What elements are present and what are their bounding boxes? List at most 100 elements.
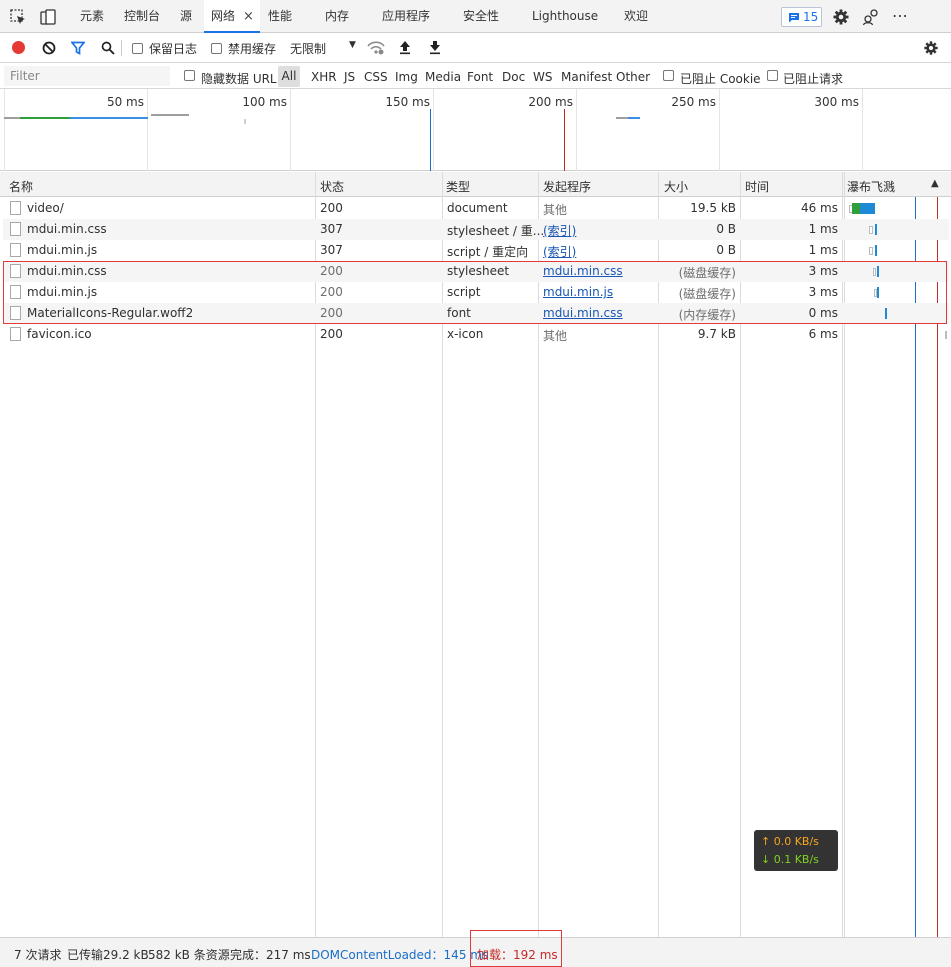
- tab-application[interactable]: 应用程序: [382, 0, 430, 33]
- waterfall-bar-queue: [945, 331, 947, 339]
- request-name: favicon.ico: [27, 327, 92, 341]
- filter-input[interactable]: [4, 66, 170, 86]
- stylesheet-file-icon: [10, 222, 21, 236]
- network-settings-gear-icon[interactable]: [923, 40, 939, 56]
- record-icon[interactable]: [12, 41, 25, 54]
- overview-tick-label: 200 ms: [528, 95, 573, 109]
- tab-sources[interactable]: 源: [180, 0, 192, 33]
- request-time: 6 ms: [808, 327, 838, 341]
- overview-gridline: [147, 89, 148, 171]
- request-initiator: 其他: [543, 203, 568, 217]
- table-row[interactable]: mdui.min.js 307 script / 重定向 (索引) 0 B 1 …: [3, 240, 949, 261]
- document-file-icon: [10, 201, 21, 215]
- close-icon[interactable]: ×: [243, 0, 254, 33]
- column-header-name[interactable]: 名称: [9, 178, 33, 195]
- network-speed-overlay: ↑ 0.0 KB/s ↓ 0.1 KB/s: [754, 830, 838, 871]
- request-size: 0 B: [716, 243, 736, 257]
- filter-type-doc[interactable]: Doc: [502, 70, 525, 84]
- request-size: 0 B: [716, 222, 736, 236]
- table-row[interactable]: favicon.ico 200 x-icon 其他 9.7 kB 6 ms: [3, 324, 949, 345]
- overview-gridline: [433, 89, 434, 171]
- overview-gridline: [862, 89, 863, 171]
- more-options-icon[interactable]: ⋯: [892, 6, 909, 25]
- request-initiator: 其他: [543, 329, 568, 343]
- upload-speed: ↑ 0.0 KB/s: [761, 835, 819, 848]
- network-overview-timeline[interactable]: 50 ms 100 ms 150 ms 200 ms 250 ms 300 ms: [0, 89, 951, 171]
- preserve-log-checkbox[interactable]: [132, 43, 143, 54]
- overview-gridline: [719, 89, 720, 171]
- overview-tick-label: 300 ms: [814, 95, 859, 109]
- filter-type-other[interactable]: Other: [616, 70, 650, 84]
- settings-gear-icon[interactable]: [832, 8, 850, 26]
- tab-memory[interactable]: 内存: [325, 0, 349, 33]
- device-emulation-icon[interactable]: [39, 8, 57, 26]
- tab-lighthouse[interactable]: Lighthouse: [532, 0, 598, 33]
- filter-type-font[interactable]: Font: [467, 70, 493, 84]
- disable-cache-checkbox[interactable]: [211, 43, 222, 54]
- request-size: 9.7 kB: [697, 327, 736, 341]
- filter-type-all[interactable]: All: [278, 66, 300, 87]
- tab-elements[interactable]: 元素: [80, 0, 104, 33]
- tab-performance[interactable]: 性能: [268, 0, 292, 33]
- issues-count: 15: [803, 10, 819, 24]
- clear-icon[interactable]: [42, 41, 56, 55]
- column-header-waterfall[interactable]: 瀑布飞溅: [847, 178, 895, 195]
- request-initiator-link[interactable]: (索引): [543, 222, 576, 239]
- tab-welcome[interactable]: 欢迎: [624, 0, 648, 33]
- import-har-icon[interactable]: [398, 40, 412, 55]
- export-har-icon[interactable]: [428, 40, 442, 55]
- filter-type-css[interactable]: CSS: [364, 70, 388, 84]
- overview-bar: [20, 117, 70, 119]
- request-type: script / 重定向: [447, 245, 529, 259]
- sort-ascending-icon[interactable]: ▲: [931, 178, 939, 189]
- table-row[interactable]: mdui.min.css 307 stylesheet / 重... (索引) …: [3, 219, 949, 240]
- request-name: mdui.min.js: [27, 243, 98, 257]
- overview-dcl-marker: [430, 109, 431, 171]
- blocked-requests-checkbox[interactable]: [767, 70, 778, 81]
- search-icon[interactable]: [101, 41, 115, 55]
- message-icon: [789, 13, 799, 23]
- devtools-tab-bar: 元素 控制台 源 网络 × 性能 内存 应用程序 安全性 Lighthouse …: [0, 0, 951, 33]
- overview-tick-label: 250 ms: [671, 95, 716, 109]
- hide-data-url-checkbox[interactable]: [184, 70, 195, 81]
- network-conditions-wifi-icon[interactable]: [367, 40, 385, 56]
- request-count: 7 次请求: [14, 948, 62, 962]
- filter-type-media[interactable]: Media: [425, 70, 461, 84]
- inspect-element-icon[interactable]: [9, 8, 27, 26]
- column-header-time[interactable]: 时间: [745, 178, 769, 195]
- request-type: x-icon: [447, 327, 484, 341]
- table-row[interactable]: video/ 200 document 其他 19.5 kB 46 ms: [3, 198, 949, 219]
- tab-console[interactable]: 控制台: [124, 0, 160, 33]
- filter-type-js[interactable]: JS: [344, 70, 355, 84]
- overview-bar: [616, 117, 628, 119]
- throttle-value: 无限制: [290, 42, 327, 56]
- waterfall-bar-download: [860, 203, 875, 214]
- filter-type-xhr[interactable]: XHR: [311, 70, 337, 84]
- overview-gridline: [576, 89, 577, 171]
- chevron-down-icon: ▼: [349, 40, 356, 50]
- filter-type-manifest[interactable]: Manifest: [561, 70, 612, 84]
- overview-bar: [628, 117, 640, 119]
- request-initiator-link[interactable]: (索引): [543, 243, 576, 260]
- throttle-select[interactable]: 无限制 ▼: [286, 38, 360, 58]
- overview-bar: [151, 114, 189, 116]
- tab-network[interactable]: 网络 ×: [204, 0, 260, 33]
- user-feedback-icon[interactable]: [862, 8, 880, 26]
- issues-badge[interactable]: 15: [781, 7, 822, 27]
- filter-type-ws[interactable]: WS: [533, 70, 552, 84]
- request-time: 1 ms: [808, 243, 838, 257]
- finish-time: 完成：217 ms: [230, 948, 311, 962]
- column-header-status[interactable]: 状态: [320, 178, 344, 195]
- filter-type-img[interactable]: Img: [395, 70, 418, 84]
- column-header-type[interactable]: 类型: [446, 178, 470, 195]
- tab-security[interactable]: 安全性: [463, 0, 499, 33]
- column-header-initiator[interactable]: 发起程序: [543, 178, 591, 195]
- network-toolbar: 保留日志 禁用缓存 无限制 ▼: [0, 33, 951, 63]
- column-header-size[interactable]: 大小: [664, 178, 688, 195]
- blocked-cookies-checkbox[interactable]: [663, 70, 674, 81]
- filter-icon[interactable]: [71, 41, 85, 55]
- waterfall-bar-wait: [852, 203, 860, 214]
- request-type: stylesheet / 重...: [447, 224, 545, 238]
- overview-bar: [244, 119, 246, 124]
- hide-data-url-label: 隐藏数据 URL: [201, 72, 277, 86]
